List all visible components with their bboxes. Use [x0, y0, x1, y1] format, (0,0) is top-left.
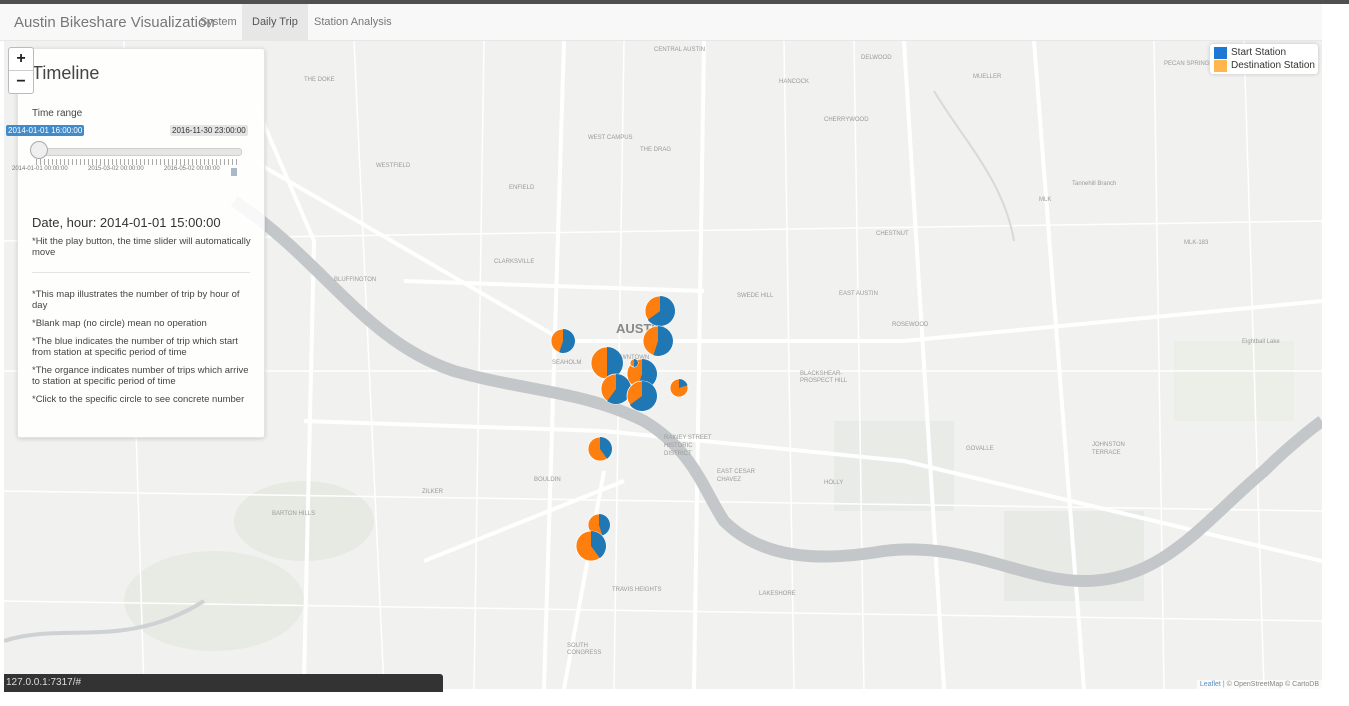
tab-station-analysis[interactable]: Station Analysis — [304, 4, 402, 40]
slider-ticks — [36, 159, 240, 165]
tick-label: 2014-01-01 00:00:00 — [12, 166, 68, 172]
note-item: *Click to the specific circle to see con… — [32, 394, 245, 405]
leaflet-link[interactable]: Leaflet — [1200, 681, 1221, 688]
station-pie-9[interactable] — [587, 436, 613, 462]
divider — [32, 272, 250, 273]
tab-daily-trip[interactable]: Daily Trip — [242, 4, 308, 40]
map-attribution: Leaflet | © OpenStreetMap © CartoDB — [1196, 680, 1322, 689]
station-pie-11[interactable] — [575, 530, 607, 562]
station-pie-3[interactable] — [642, 325, 674, 357]
zoom-in-button[interactable]: + — [9, 48, 33, 71]
note-item: *This map illustrates the number of trip… — [32, 289, 240, 311]
map-legend: Start Station Destination Station — [1210, 44, 1318, 74]
station-pie-12[interactable] — [629, 358, 639, 368]
tab-system[interactable]: System — [190, 4, 247, 40]
time-slider-track[interactable] — [36, 148, 242, 156]
station-pie-8[interactable] — [626, 380, 658, 412]
tick-label: 2016-05-02 00:00:00 — [164, 166, 220, 172]
app-brand[interactable]: Austin Bikeshare Visualization — [14, 14, 215, 31]
note-item: *Blank map (no circle) mean no operation — [32, 318, 207, 329]
note-item: *The organce indicates number of trips w… — [32, 365, 249, 387]
timeline-panel: Timeline Time range 2014-01-01 16:00:00 … — [6, 48, 265, 438]
station-pie-2[interactable] — [550, 328, 576, 354]
legend-swatch-start — [1214, 47, 1227, 59]
time-range-label: Time range — [32, 108, 83, 119]
legend-label-destination: Destination Station — [1231, 60, 1315, 71]
legend-swatch-destination — [1214, 60, 1227, 72]
station-pie-7[interactable] — [600, 373, 632, 405]
zoom-out-button[interactable]: − — [9, 71, 33, 93]
browser-status-url: 127.0.0.1:7317/# — [4, 674, 443, 692]
station-pie-6[interactable] — [669, 378, 689, 398]
panel-title: Timeline — [32, 63, 100, 83]
legend-label-start: Start Station — [1231, 47, 1287, 58]
play-hint: *Hit the play button, the time slider wi… — [32, 236, 251, 258]
tick-label: 2015-03-02 00:00:00 — [88, 166, 144, 172]
station-pie-1[interactable] — [644, 295, 676, 327]
zoom-control: + − — [8, 47, 34, 94]
date-hour-display: Date, hour: 2014-01-01 15:00:00 — [32, 215, 221, 230]
note-item: *The blue indicates the number of trip w… — [32, 336, 238, 358]
attribution-text: | © OpenStreetMap © CartoDB — [1220, 681, 1319, 688]
navbar: Austin Bikeshare Visualization System Da… — [0, 4, 1322, 41]
time-slider-handle[interactable] — [30, 141, 48, 159]
slider-min-value: 2014-01-01 16:00:00 — [6, 125, 85, 136]
map-view[interactable]: CENTRAL AUSTIN DELWOOD MUELLER PECAN SPR… — [4, 41, 1322, 689]
play-icon[interactable] — [231, 168, 237, 176]
slider-max-value: 2016-11-30 23:00:00 — [170, 125, 248, 136]
